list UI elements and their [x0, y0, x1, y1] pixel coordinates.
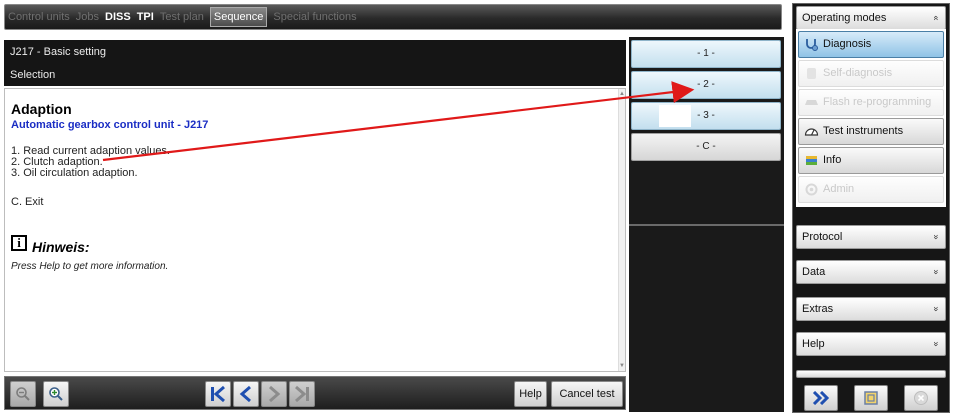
fast-forward-icon	[812, 391, 830, 405]
expand-icon: »	[931, 269, 942, 275]
tab-special-functions[interactable]: Special functions	[273, 11, 356, 23]
right-panel: Operating modes « Diagnosis Self-diagnos…	[792, 3, 950, 413]
zoom-out-icon	[16, 387, 30, 401]
exit-app-button[interactable]	[904, 385, 938, 411]
section-extras[interactable]: Extras »	[796, 297, 946, 321]
section-label: Data	[802, 266, 826, 278]
select-button-3-label: - 3 -	[697, 110, 715, 121]
mode-info[interactable]: Info	[798, 147, 944, 174]
info-icon: i	[11, 235, 27, 251]
section-label: Help	[802, 338, 825, 350]
gauge-icon	[804, 128, 819, 136]
zoom-in-icon	[49, 387, 63, 401]
cancel-test-button[interactable]: Cancel test	[551, 381, 623, 407]
operating-modes-header[interactable]: Operating modes «	[796, 6, 946, 30]
car-door-icon	[807, 68, 816, 79]
select-button-2[interactable]: - 2 -	[631, 71, 781, 99]
page-title: J217 - Basic setting	[4, 40, 626, 64]
tab-sequence[interactable]: Sequence	[209, 7, 268, 27]
zoom-out-button[interactable]	[10, 381, 36, 407]
operating-modes-label: Operating modes	[802, 12, 887, 24]
section-help[interactable]: Help »	[796, 332, 946, 356]
previous-page-icon	[239, 385, 251, 403]
zoom-in-button[interactable]	[43, 381, 69, 407]
mode-label: Admin	[823, 183, 855, 195]
section-label: Protocol	[802, 231, 843, 243]
screenshot-button[interactable]	[854, 385, 888, 411]
section-data[interactable]: Data »	[796, 260, 946, 284]
frame-capture-icon	[864, 391, 878, 405]
mode-self-diagnosis: Self-diagnosis	[798, 60, 944, 87]
top-tab-bar: Control units Jobs DISS TPI Test plan Se…	[4, 4, 782, 30]
exit-option: C. Exit	[11, 196, 44, 208]
tab-test-plan[interactable]: Test plan	[160, 11, 204, 23]
mode-label: Self-diagnosis	[823, 67, 893, 79]
mode-diagnosis[interactable]: Diagnosis	[798, 31, 944, 58]
collapse-icon: «	[931, 15, 942, 21]
bottom-toolbar: Help Cancel test	[4, 376, 626, 410]
mode-admin: Admin	[798, 176, 944, 203]
selection-column: - 1 - - 2 - - 3 - - C -	[629, 37, 784, 412]
section-protocol[interactable]: Protocol »	[796, 225, 946, 249]
expand-icon: »	[931, 306, 942, 312]
column-divider	[629, 224, 784, 226]
mode-label: Test instruments	[823, 125, 904, 137]
content-panel: Adaption Automatic gearbox control unit …	[4, 88, 626, 372]
option-item: 3. Oil circulation adaption.	[11, 167, 138, 179]
page-subtitle: Selection	[4, 64, 626, 86]
last-page-button[interactable]	[289, 381, 315, 407]
stethoscope-icon	[806, 39, 818, 51]
first-page-button[interactable]	[205, 381, 231, 407]
tab-control-units[interactable]: Control units	[8, 11, 70, 23]
select-button-c[interactable]: - C -	[631, 133, 781, 161]
close-icon	[914, 391, 928, 405]
scroll-up-icon[interactable]: ▲	[619, 91, 625, 97]
content-scrollbar[interactable]: ▲ ▼	[618, 89, 625, 371]
mode-label: Diagnosis	[823, 38, 872, 50]
tab-jobs[interactable]: Jobs	[76, 11, 99, 23]
options-list: 1. Read current adaption values. 2. Clut…	[11, 146, 170, 179]
mode-label: Flash re-programming	[823, 96, 932, 108]
content-title: Adaption	[11, 101, 72, 117]
previous-page-button[interactable]	[233, 381, 259, 407]
next-page-button[interactable]	[261, 381, 287, 407]
mode-test-instruments[interactable]: Test instruments	[798, 118, 944, 145]
next-page-icon	[269, 385, 281, 403]
hint-title: Hinweis:	[32, 239, 90, 255]
scroll-down-icon[interactable]: ▼	[619, 363, 625, 369]
operating-modes-group: Diagnosis Self-diagnosis Flash re-progra…	[796, 29, 946, 207]
content-subtitle: Automatic gearbox control unit - J217	[11, 119, 209, 131]
info-book-icon	[806, 156, 817, 165]
select-button-3[interactable]: - 3 -	[631, 102, 781, 130]
tab-diss[interactable]: DISS	[105, 11, 131, 23]
expand-icon: »	[931, 234, 942, 240]
section-label: Extras	[802, 303, 834, 315]
section-next-partial[interactable]	[796, 370, 946, 378]
mode-flash-reprogramming: Flash re-programming	[798, 89, 944, 116]
admin-gear-icon	[805, 183, 818, 196]
right-footer-toolbar	[796, 384, 946, 412]
last-page-icon	[295, 385, 309, 403]
select-button-1[interactable]: - 1 -	[631, 40, 781, 68]
help-button[interactable]: Help	[514, 381, 547, 407]
car-icon	[805, 100, 818, 105]
mode-label: Info	[823, 154, 842, 166]
forward-button[interactable]	[804, 385, 838, 411]
first-page-icon	[211, 385, 225, 403]
hint-text: Press Help to get more information.	[11, 261, 169, 272]
tab-tpi[interactable]: TPI	[137, 11, 154, 23]
expand-icon: »	[931, 341, 942, 347]
redaction-block	[659, 105, 691, 127]
